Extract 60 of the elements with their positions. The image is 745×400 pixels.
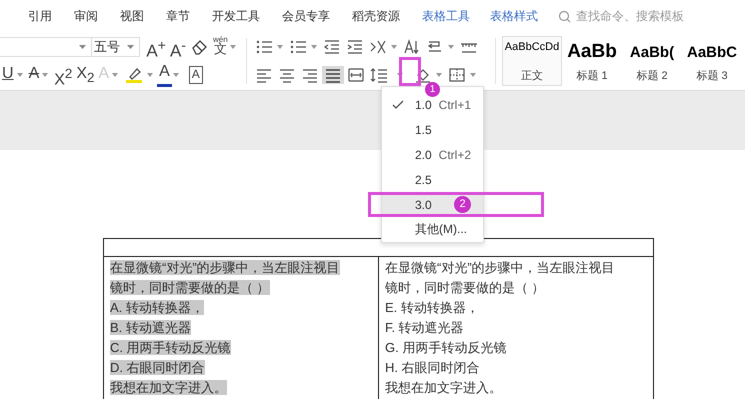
caret-icon [448, 45, 454, 49]
cell-text: 镜时，同时需要做的是（ ） [110, 280, 270, 295]
menu-tab[interactable]: 稻壳资源 [352, 8, 400, 24]
caret-icon [470, 73, 476, 77]
highlight-frame [399, 57, 421, 86]
menu-tab[interactable]: 开发工具 [212, 8, 260, 24]
caret-icon [16, 73, 23, 77]
style-option[interactable]: AaBbCcDd 正文 [502, 36, 562, 86]
caret-icon [112, 73, 118, 77]
caret-icon [42, 73, 48, 77]
font-color-button[interactable]: A [157, 64, 183, 86]
style-option[interactable]: AaBb 标题 1 [562, 36, 622, 86]
search-icon [558, 10, 571, 22]
caret-icon [391, 45, 397, 49]
menu-item[interactable]: 2.5 [382, 167, 483, 192]
font-size-button[interactable]: A$^{+}$ [144, 36, 168, 58]
font-size-dropdown[interactable]: 五号 [92, 37, 140, 57]
font-size-button[interactable]: A$^{-}$ [168, 36, 188, 58]
caret-icon [147, 73, 154, 77]
cell-text: D. 右眼同时闭合 [110, 360, 205, 375]
cell-text: 我想在加文字进入。 [385, 380, 502, 395]
caret-icon [230, 45, 236, 49]
cell-text: 我想在加文字进入。 [110, 380, 227, 395]
menu-tab[interactable]: 表格工具 [422, 8, 470, 24]
cell-text: F. 转动遮光器 [385, 320, 464, 335]
menu-item[interactable]: 1.5 [382, 117, 483, 142]
style-option[interactable]: AaBbC 标题 3 [682, 36, 742, 86]
caret-icon [311, 45, 317, 49]
cell-text: 镜时，同时需要做的是（ ） [385, 280, 545, 295]
cell-text: B. 转动遮光器 [110, 320, 191, 335]
menu-tab[interactable]: 引用 [28, 8, 52, 24]
menu-tab[interactable]: 审阅 [74, 8, 98, 24]
cell-text: 在显微镜“对光”的步骤中，当左眼注视目 [385, 260, 615, 275]
menu-item[interactable]: 其他(M)... [382, 217, 483, 242]
caret-icon [78, 44, 86, 50]
caret-icon [277, 45, 283, 49]
caret-icon [397, 73, 403, 77]
strikethrough-button[interactable]: A [26, 64, 52, 86]
cell-text: G. 用两手转动反光镜 [385, 340, 506, 355]
caret-icon [436, 73, 442, 77]
highlighter-icon [124, 66, 144, 84]
caret-icon [172, 73, 179, 77]
menu-tab[interactable]: 会员专享 [282, 8, 330, 24]
menu-item[interactable]: 2.0 Ctrl+2 [382, 142, 483, 167]
search-field[interactable]: 查找命令、搜索模板 [558, 8, 690, 24]
cell-text: 在显微镜“对光”的步骤中，当左眼注视目 [110, 260, 340, 275]
menu-tab[interactable]: 表格样式 [490, 8, 538, 24]
cell-text: A. 转动转换器， [110, 300, 204, 315]
cell-text: H. 右眼同时闭合 [385, 360, 480, 375]
menu-tab[interactable]: 视图 [120, 8, 144, 24]
cell-text: E. 转动转换器， [385, 300, 479, 315]
menu-tab[interactable]: 章节 [166, 8, 190, 24]
cell-text: C. 用两手转动反光镜 [110, 340, 231, 355]
caret-icon [127, 44, 134, 50]
script-button[interactable]: X$_{2}$ [74, 64, 96, 86]
phonetic-guide-button[interactable]: wén 文 [212, 36, 240, 58]
style-option[interactable]: AaBb( 标题 2 [622, 36, 682, 86]
script-button[interactable]: X$^{2}$ [52, 64, 74, 86]
underline-button[interactable]: U [0, 64, 27, 86]
step-badge: 1 [425, 82, 440, 97]
